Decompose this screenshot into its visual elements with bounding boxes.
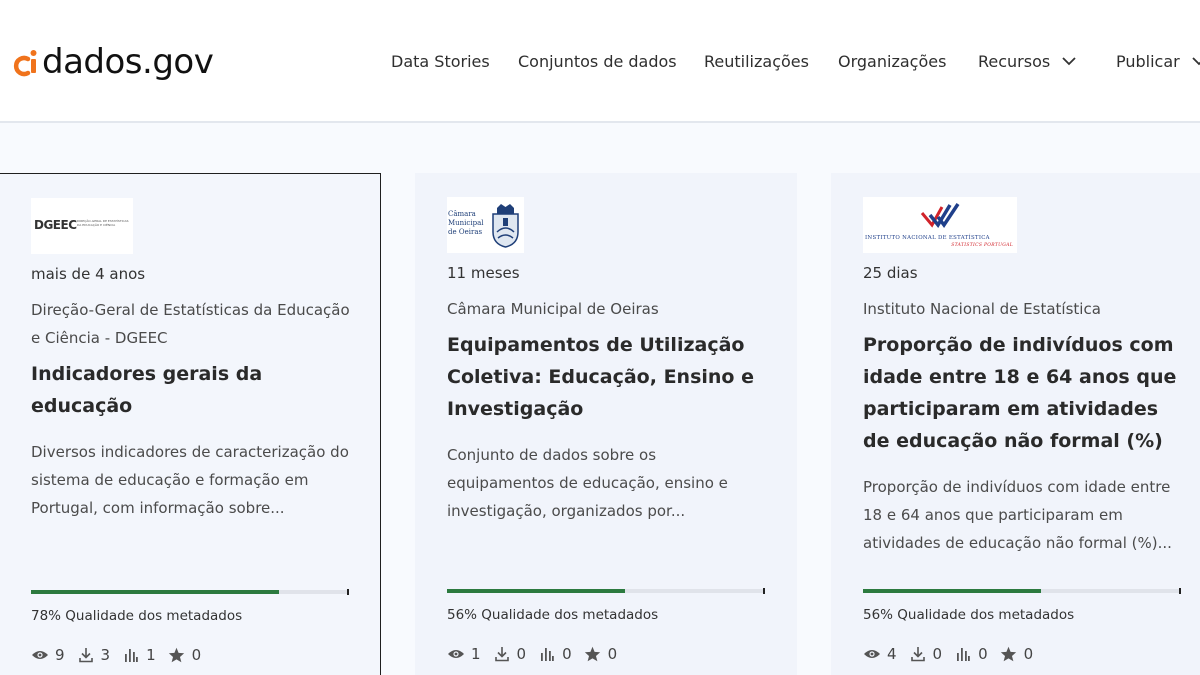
organization-name[interactable]: Instituto Nacional de Estatística: [863, 295, 1193, 323]
org-logo-text: Câmara Municipal de Oeiras: [448, 210, 484, 236]
dataset-description: Diversos indicadores de caracterização d…: [31, 443, 349, 517]
quality-bar-fill: [31, 590, 280, 594]
organization-name[interactable]: Câmara Municipal de Oeiras: [447, 295, 777, 323]
download-icon: [493, 645, 511, 663]
eye-icon: [863, 645, 881, 663]
favorites-count: 0: [1023, 645, 1034, 663]
coat-of-arms-icon: [492, 204, 519, 248]
org-logo-subtext: DIREÇÃO-GERAL DE ESTATÍSTICAS DA EDUCAÇÃ…: [77, 219, 129, 227]
quality-label: 56% Qualidade dos metadados: [447, 607, 659, 623]
nav-reutilizacoes[interactable]: Reutilizações: [704, 52, 809, 71]
dataset-card[interactable]: INSTITUTO NACIONAL DE ESTATÍSTICA STATIS…: [831, 173, 1200, 675]
favorites-count: 0: [607, 645, 618, 663]
downloads-count: 0: [516, 645, 527, 663]
nav-label: Reutilizações: [704, 52, 809, 71]
dataset-title[interactable]: Indicadores gerais da educação: [31, 358, 361, 422]
nav-label: Recursos: [978, 52, 1051, 71]
quality-bar: [863, 588, 1181, 594]
favorites-count: 0: [191, 646, 202, 664]
quality-bar-end: [1179, 588, 1181, 594]
download-icon: [909, 645, 927, 663]
nav-label: Organizações: [838, 52, 947, 71]
org-logo-dgeec: DGEEC DIREÇÃO-GERAL DE ESTATÍSTICAS DA E…: [31, 198, 133, 254]
views-count: 1: [471, 645, 481, 663]
bar-chart-icon: [538, 645, 556, 663]
organization-name[interactable]: Direção-Geral de Estatísticas da Educaçã…: [31, 296, 361, 352]
updated-ago: mais de 4 anos: [31, 265, 146, 283]
ine-chevron-icon: [920, 203, 960, 229]
nav-label: Data Stories: [391, 52, 490, 71]
quality-bar: [447, 588, 765, 594]
download-icon: [77, 646, 95, 664]
quality-bar: [31, 589, 349, 595]
nav-label: Conjuntos de dados: [518, 52, 677, 71]
updated-ago: 25 dias: [863, 264, 918, 282]
nav-recursos[interactable]: Recursos: [978, 52, 1076, 71]
nav-conjuntos-de-dados[interactable]: Conjuntos de dados: [518, 52, 677, 71]
org-logo-subtext: STATISTICS PORTUGAL: [951, 243, 1013, 248]
reuses-count: 1: [146, 646, 156, 664]
dataset-title[interactable]: Equipamentos de Utilização Coletiva: Edu…: [447, 329, 767, 425]
org-logo-text: DGEEC: [34, 218, 77, 232]
nav-organizacoes[interactable]: Organizações: [838, 52, 946, 71]
star-icon: [1000, 645, 1018, 663]
site-header: dados.gov Data Stories Conjuntos de dado…: [0, 0, 1200, 123]
star-icon: [584, 645, 602, 663]
dataset-title[interactable]: Proporção de indivíduos com idade entre …: [863, 329, 1183, 457]
quality-bar-end: [347, 589, 349, 595]
dataset-card[interactable]: Câmara Municipal de Oeiras 11 meses Câma…: [415, 173, 797, 675]
nav-label: Publicar: [1116, 52, 1180, 71]
star-icon: [168, 646, 186, 664]
dataset-description: Proporção de indivíduos com idade entre …: [863, 478, 1172, 552]
dataset-card[interactable]: DGEEC DIREÇÃO-GERAL DE ESTATÍSTICAS DA E…: [0, 173, 381, 675]
org-logo-text: INSTITUTO NACIONAL DE ESTATÍSTICA: [865, 235, 990, 241]
dataset-metrics: 1 0 0 0: [447, 645, 629, 663]
nav-data-stories[interactable]: Data Stories: [391, 52, 490, 71]
org-logo-ine: INSTITUTO NACIONAL DE ESTATÍSTICA STATIS…: [863, 197, 1017, 253]
downloads-count: 3: [100, 646, 111, 664]
dataset-description: Conjunto de dados sobre os equipamentos …: [447, 446, 728, 520]
reuses-count: 0: [978, 645, 988, 663]
dataset-metrics: 9 3 1 0: [31, 646, 213, 664]
views-count: 9: [55, 646, 65, 664]
chevron-down-icon: [1192, 57, 1200, 66]
quality-label: 56% Qualidade dos metadados: [863, 607, 1075, 623]
updated-ago: 11 meses: [447, 264, 520, 282]
downloads-count: 0: [932, 645, 943, 663]
chevron-down-icon: [1062, 57, 1076, 66]
views-count: 4: [887, 645, 897, 663]
bar-chart-icon: [122, 646, 140, 664]
eye-icon: [447, 645, 465, 663]
main-nav: Data Stories Conjuntos de dados Reutiliz…: [0, 52, 1200, 76]
quality-label: 78% Qualidade dos metadados: [31, 608, 243, 624]
quality-bar-fill: [447, 589, 626, 593]
reuses-count: 0: [562, 645, 572, 663]
dataset-metrics: 4 0 0 0: [863, 645, 1045, 663]
eye-icon: [31, 646, 49, 664]
quality-bar-fill: [863, 589, 1042, 593]
nav-publicar[interactable]: Publicar: [1116, 52, 1200, 71]
quality-bar-end: [763, 588, 765, 594]
org-logo-oeiras: Câmara Municipal de Oeiras: [447, 197, 524, 253]
bar-chart-icon: [954, 645, 972, 663]
